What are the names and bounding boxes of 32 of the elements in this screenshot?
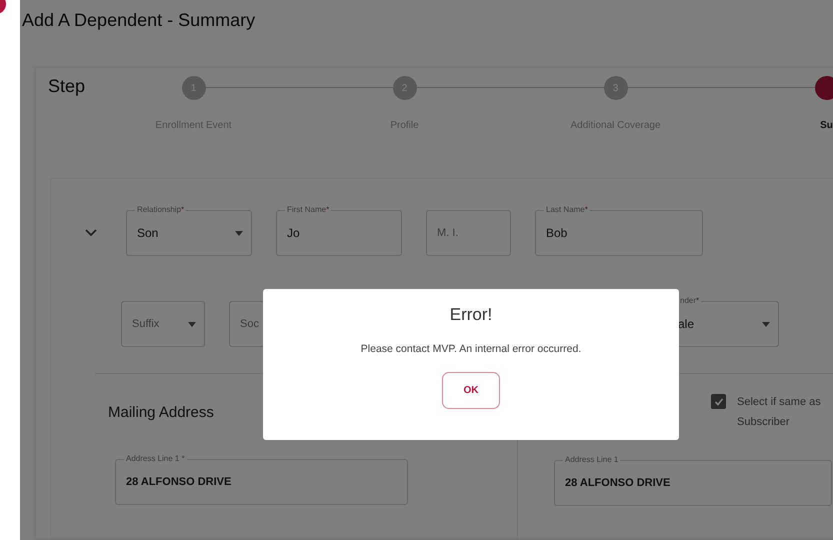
caret-icon	[235, 231, 243, 236]
checkmark-icon	[714, 396, 724, 406]
field-value: 28 ALFONSO DRIVE	[565, 477, 670, 489]
field-label: Address Line 1 *	[124, 454, 187, 463]
field-placeholder: Soc	[240, 318, 259, 330]
dialog-title: Error!	[450, 305, 492, 325]
field-label: nder*	[678, 296, 702, 305]
caret-icon	[762, 322, 770, 327]
field-value: Son	[137, 226, 158, 240]
caret-icon	[188, 322, 196, 327]
field-value: Jo	[287, 226, 300, 240]
stepper-label: Step	[47, 76, 86, 98]
chevron-icon[interactable]	[85, 229, 97, 237]
dialog-message: Please contact MVP. An internal error occurred.	[360, 343, 582, 355]
field-label: First Name*	[285, 205, 332, 214]
field-label: Address Line 1	[563, 455, 620, 464]
page-title: Add A Dependent - Summary	[22, 10, 256, 31]
step-circle[interactable]	[814, 76, 833, 100]
field-value: Bob	[546, 226, 568, 240]
field-value: ale	[678, 317, 694, 331]
field-placeholder: Suffix	[132, 318, 160, 330]
field-label: Last Name*	[544, 205, 590, 214]
field-label: Relationship*	[135, 205, 186, 214]
input-field[interactable]: M. I.	[426, 210, 511, 256]
checkbox[interactable]	[711, 394, 726, 409]
section-title: Mailing Address	[108, 404, 215, 421]
step-label: Su	[820, 120, 833, 131]
select-field[interactable]: Suffix	[121, 301, 205, 347]
field-placeholder: M. I.	[437, 227, 458, 239]
field-value: 28 ALFONSO DRIVE	[126, 476, 232, 488]
ok-button[interactable]: OK	[442, 372, 500, 409]
checkbox-label: Select if same as Subscriber	[737, 395, 822, 430]
